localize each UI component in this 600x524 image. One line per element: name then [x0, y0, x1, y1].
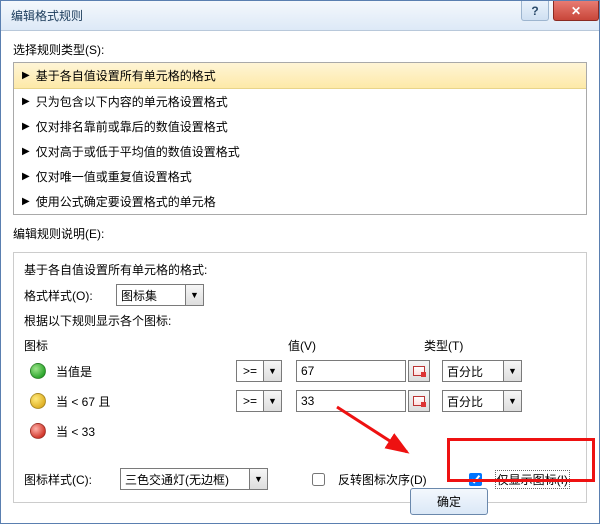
rule-type-text: 仅对排名靠前或靠后的数值设置格式: [36, 118, 228, 135]
rule-type-list[interactable]: ▶ 基于各自值设置所有单元格的格式 ▶ 只为包含以下内容的单元格设置格式 ▶ 仅对排名…: [13, 62, 587, 215]
based-on-label: 基于各自值设置所有单元格的格式:: [24, 261, 576, 278]
rule-desc-label: 编辑规则说明(E):: [13, 225, 587, 242]
col-icon-label: 图标: [24, 337, 92, 354]
columns-header: 图标 值(V) 类型(T): [24, 337, 576, 354]
close-button[interactable]: ✕: [553, 1, 599, 21]
col-value-label: 值(V): [288, 337, 424, 354]
rule-type-item[interactable]: ▶ 使用公式确定要设置格式的单元格: [14, 189, 586, 214]
ok-button[interactable]: 确定: [410, 488, 488, 515]
chevron-right-icon: ▶: [22, 146, 30, 157]
rule-type-text: 仅对唯一值或重复值设置格式: [36, 168, 192, 185]
rule-type-item[interactable]: ▶ 仅对唯一值或重复值设置格式: [14, 164, 586, 189]
icon-style-label: 图标样式(C):: [24, 471, 110, 488]
window-title: 编辑格式规则: [11, 7, 83, 24]
range-picker-button[interactable]: [408, 360, 430, 382]
icon-style-input[interactable]: [120, 468, 250, 490]
operator-input[interactable]: [236, 360, 264, 382]
icon-style-combo[interactable]: ▼: [120, 468, 268, 490]
chevron-right-icon: ▶: [22, 121, 30, 132]
chevron-right-icon: ▶: [22, 96, 30, 107]
icon-rule-row: 当 < 67 且 ▼ ▼: [24, 388, 576, 414]
chevron-right-icon: ▶: [22, 70, 30, 81]
icon-rule-label: 当 < 33: [56, 423, 146, 440]
show-icon-only-label: 仅显示图标(I): [495, 470, 570, 489]
rule-type-text: 仅对高于或低于平均值的数值设置格式: [36, 143, 240, 160]
traffic-red-icon: [30, 423, 46, 439]
rule-type-item[interactable]: ▶ 基于各自值设置所有单元格的格式: [14, 63, 586, 89]
chevron-right-icon: ▶: [22, 196, 30, 207]
type-input[interactable]: [442, 390, 504, 412]
rule-type-item[interactable]: ▶ 仅对高于或低于平均值的数值设置格式: [14, 139, 586, 164]
help-button[interactable]: ?: [521, 1, 549, 21]
chevron-down-icon[interactable]: ▼: [264, 360, 282, 382]
operator-combo[interactable]: ▼: [236, 360, 282, 382]
type-input[interactable]: [442, 360, 504, 382]
col-type-label: 类型(T): [424, 337, 463, 354]
rule-type-item[interactable]: ▶ 仅对排名靠前或靠后的数值设置格式: [14, 114, 586, 139]
type-combo[interactable]: ▼: [442, 390, 522, 412]
dialog-window: 编辑格式规则 ? ✕ 选择规则类型(S): ▶ 基于各自值设置所有单元格的格式 ▶…: [0, 0, 600, 524]
operator-input[interactable]: [236, 390, 264, 412]
chevron-down-icon[interactable]: ▼: [250, 468, 268, 490]
range-picker-icon: [413, 366, 425, 376]
range-picker-button[interactable]: [408, 390, 430, 412]
range-picker-icon: [413, 396, 425, 406]
reverse-order-label: 反转图标次序(D): [338, 471, 427, 488]
icon-rule-row: 当值是 ▼ ▼: [24, 358, 576, 384]
value-input[interactable]: [296, 360, 406, 382]
chevron-down-icon[interactable]: ▼: [264, 390, 282, 412]
format-style-combo[interactable]: ▼: [116, 284, 204, 306]
rule-desc-fieldset: 基于各自值设置所有单元格的格式: 格式样式(O): ▼ 根据以下规则显示各个图标…: [13, 252, 587, 503]
titlebar: 编辑格式规则 ? ✕: [1, 1, 599, 31]
display-rules-label: 根据以下规则显示各个图标:: [24, 312, 576, 329]
rule-type-text: 使用公式确定要设置格式的单元格: [36, 193, 216, 210]
traffic-green-icon: [30, 363, 46, 379]
chevron-down-icon[interactable]: ▼: [504, 390, 522, 412]
type-combo[interactable]: ▼: [442, 360, 522, 382]
operator-combo[interactable]: ▼: [236, 390, 282, 412]
rule-type-text: 只为包含以下内容的单元格设置格式: [36, 93, 228, 110]
rule-type-item[interactable]: ▶ 只为包含以下内容的单元格设置格式: [14, 89, 586, 114]
chevron-down-icon[interactable]: ▼: [504, 360, 522, 382]
format-style-label: 格式样式(O):: [24, 287, 110, 304]
reverse-order-checkbox[interactable]: [312, 473, 325, 486]
traffic-yellow-icon: [30, 393, 46, 409]
icon-rule-row: 当 < 33: [24, 418, 576, 444]
format-style-input[interactable]: [116, 284, 186, 306]
chevron-down-icon[interactable]: ▼: [186, 284, 204, 306]
icon-rule-label: 当 < 67 且: [56, 393, 146, 410]
show-icon-only-checkbox[interactable]: [469, 473, 482, 486]
icon-rule-label: 当值是: [56, 363, 146, 380]
value-input[interactable]: [296, 390, 406, 412]
rule-type-text: 基于各自值设置所有单元格的格式: [36, 67, 216, 84]
rule-type-label: 选择规则类型(S):: [13, 41, 587, 58]
chevron-right-icon: ▶: [22, 171, 30, 182]
